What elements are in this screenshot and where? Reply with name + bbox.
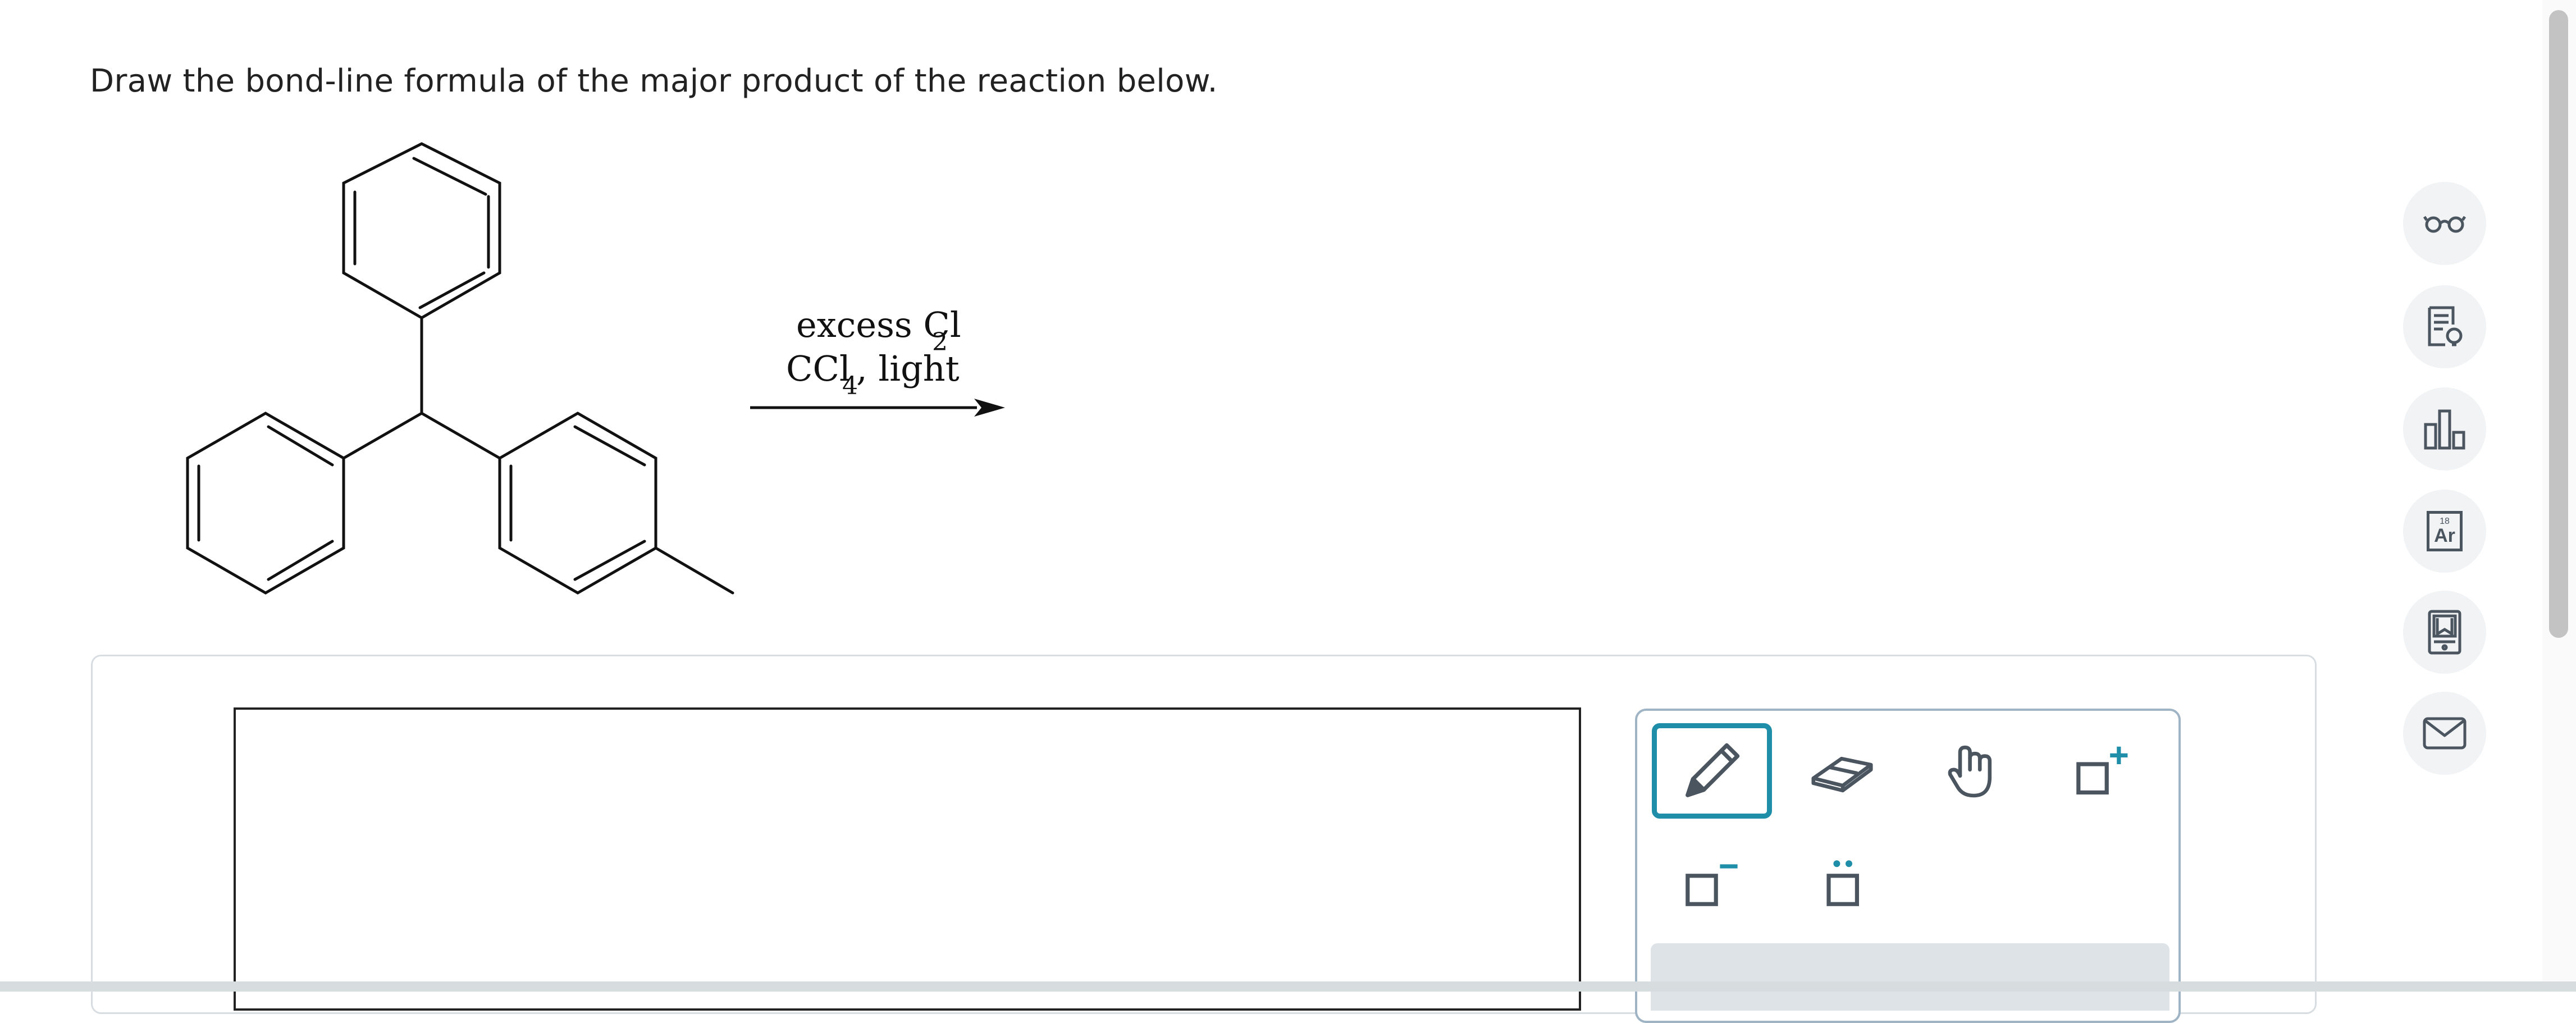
scrollbar-thumb[interactable] [2549, 10, 2568, 638]
accessibility-view-button[interactable] [2403, 182, 2486, 265]
glasses-icon [2423, 216, 2466, 233]
horizontal-scrollbar[interactable] [0, 981, 2576, 992]
periodic-table-button[interactable]: 18 Ar [2403, 490, 2486, 573]
negative-charge-icon [1686, 864, 1738, 906]
lone-pair-tool-button[interactable] [1782, 832, 1902, 928]
lone-pair-icon [1826, 860, 1859, 906]
reagent-line2-part1: CCl [786, 348, 851, 389]
periodic-table-icon: 18 Ar [2427, 511, 2463, 551]
message-icon [2423, 717, 2467, 750]
positive-charge-tool-button[interactable] [2043, 723, 2163, 819]
statistics-button[interactable] [2403, 387, 2486, 471]
hint-button[interactable] [2403, 285, 2486, 368]
periodic-element-symbol: Ar [2434, 525, 2455, 546]
starting-material-structure [186, 142, 734, 595]
bar-chart-icon [2424, 409, 2465, 450]
pencil-tool-button[interactable] [1652, 723, 1772, 819]
reagent-line2-subscript: 4 [842, 372, 858, 400]
eraser-icon [1811, 756, 1873, 793]
toolbox-navigation-bar [1651, 943, 2169, 1011]
textbook-icon [2428, 610, 2461, 655]
hint-document-icon [2428, 306, 2463, 346]
eraser-tool-button[interactable] [1782, 723, 1902, 819]
pencil-icon [1686, 743, 1740, 797]
reaction-conditions: excess Cl 2 CCl 4 , light [786, 304, 961, 400]
question-prompt: Draw the bond-line formula of the major … [90, 63, 1218, 99]
hand-tool-button[interactable] [1912, 723, 2033, 819]
drawing-canvas[interactable] [234, 707, 1581, 1011]
reaction-arrow [750, 399, 1005, 417]
drawing-toolbox [1635, 709, 2181, 1023]
reagent-line2-part2: , light [856, 348, 960, 389]
positive-charge-icon [2076, 746, 2128, 794]
message-button[interactable] [2403, 692, 2486, 775]
reaction-scheme: excess Cl 2 CCl 4 , light [186, 142, 1005, 595]
hand-icon [1948, 745, 1992, 798]
textbook-button[interactable] [2403, 591, 2486, 674]
negative-charge-tool-button[interactable] [1652, 832, 1772, 928]
